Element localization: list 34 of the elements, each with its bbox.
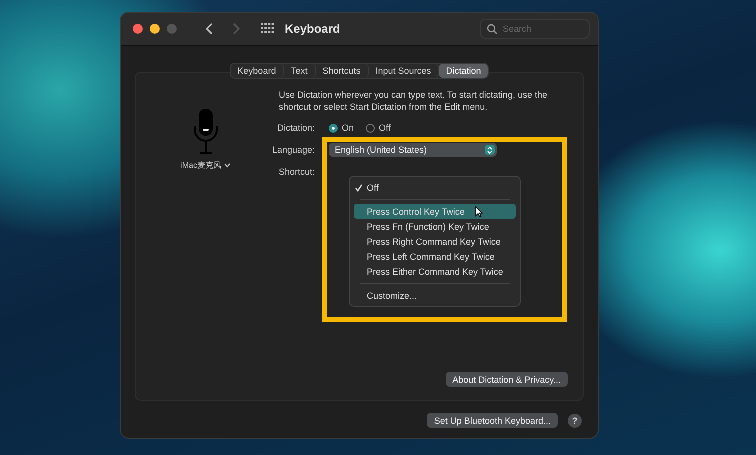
microphone-selector[interactable]: iMac麦克风: [180, 160, 232, 171]
about-button[interactable]: About Dictation & Privacy...: [446, 372, 568, 387]
description-text: Use Dictation wherever you can type text. To start dictating, use the shortcut or select Start Dictation from the Edit menu.: [279, 89, 548, 113]
minimize-button[interactable]: [150, 24, 160, 34]
menu-item[interactable]: Off: [354, 180, 516, 195]
stepper-icon: [485, 145, 495, 155]
menu-item[interactable]: Press Either Command Key Twice: [354, 264, 516, 279]
grid-icon[interactable]: [261, 23, 275, 35]
language-label: Language:: [271, 145, 315, 155]
search-icon: [487, 24, 498, 34]
checkmark-icon: [355, 184, 363, 192]
search-field[interactable]: Search: [480, 19, 590, 39]
back-icon[interactable]: [205, 22, 215, 36]
caret-icon: [224, 163, 232, 168]
tab[interactable]: Text: [284, 64, 316, 78]
language-popup[interactable]: English (United States): [329, 143, 497, 157]
setup-keyboard-button[interactable]: Set Up Bluetooth Keyboard...: [427, 413, 558, 428]
close-button[interactable]: [133, 24, 143, 34]
search-input[interactable]: Search: [503, 24, 583, 34]
menu-item[interactable]: Press Fn (Function) Key Twice: [354, 219, 516, 234]
microphone-icon: [193, 108, 219, 156]
radio-label: Off: [379, 123, 391, 133]
help-button[interactable]: ?: [568, 414, 582, 428]
menu-item[interactable]: Press Left Command Key Twice: [354, 249, 516, 264]
menu-item[interactable]: Press Control Key Twice: [354, 204, 516, 219]
menu-item[interactable]: Customize...: [354, 288, 516, 303]
dictation-label: Dictation:: [276, 123, 315, 133]
tab[interactable]: Dictation: [439, 64, 488, 78]
window-title: Keyboard: [285, 22, 340, 36]
shortcut-label: Shortcut:: [278, 167, 315, 177]
tab[interactable]: Shortcuts: [316, 64, 369, 78]
pointer-icon: [475, 206, 483, 218]
radio-label: On: [342, 123, 354, 133]
menu-item[interactable]: Press Right Command Key Twice: [354, 234, 516, 249]
